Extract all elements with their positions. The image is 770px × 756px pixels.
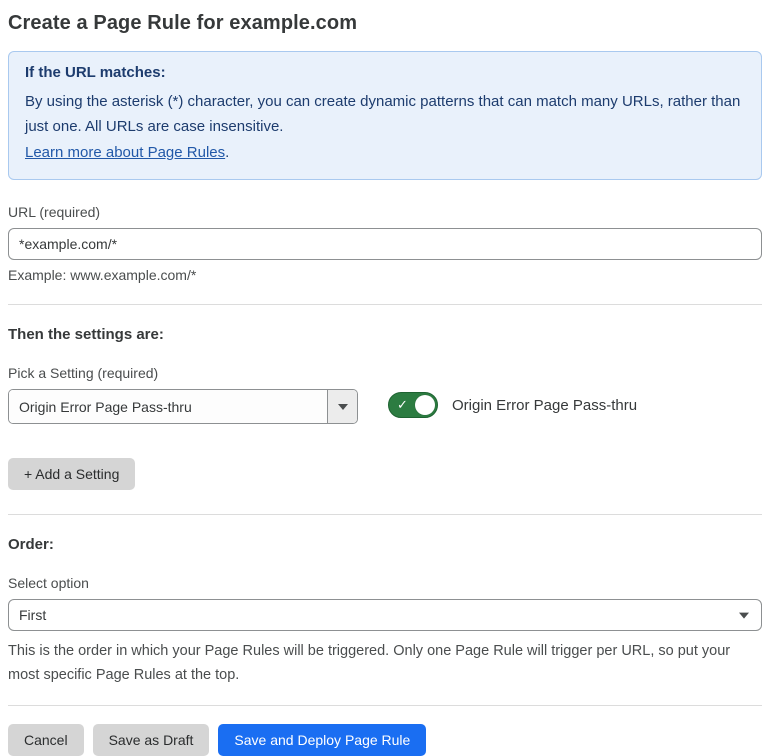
url-input[interactable] [8,228,762,260]
footer-button-row: Cancel Save as Draft Save and Deploy Pag… [8,724,762,756]
setting-toggle-label: Origin Error Page Pass-thru [452,396,638,414]
url-field-label: URL (required) [8,204,101,220]
order-select[interactable]: First [8,599,762,631]
cancel-button[interactable]: Cancel [8,724,84,756]
info-box-body: By using the asterisk (*) character, you… [25,93,741,135]
setting-picker-label: Pick a Setting (required) [8,365,159,381]
order-field-group: Select option First This is the order in… [8,575,762,687]
setting-dropdown-arrow-button[interactable] [327,390,357,423]
order-select-value: First [19,607,47,623]
save-deploy-button[interactable]: Save and Deploy Page Rule [218,724,427,756]
order-helper-text: This is the order in which your Page Rul… [8,643,731,683]
info-box-link-line: Learn more about Page Rules. [25,140,745,165]
settings-section-heading: Then the settings are: [8,326,164,343]
url-example-text: Example: www.example.com/* [8,267,197,283]
add-setting-button[interactable]: + Add a Setting [8,458,136,490]
learn-more-link[interactable]: Learn more about Page Rules [25,144,225,161]
setting-toggle-group: ✓ Origin Error Page Pass-thru [388,392,637,418]
setting-dropdown-value: Origin Error Page Pass-thru [9,390,327,423]
url-field-group: URL (required) Example: www.example.com/… [8,204,762,283]
page-title: Create a Page Rule for example.com [8,12,358,34]
divider [8,514,762,515]
setting-picker-group: Pick a Setting (required) Origin Error P… [8,365,358,424]
setting-row: Pick a Setting (required) Origin Error P… [8,365,762,424]
divider [8,705,762,706]
setting-toggle[interactable]: ✓ [388,392,438,418]
setting-dropdown[interactable]: Origin Error Page Pass-thru [8,389,358,424]
order-section-heading: Order: [8,536,54,553]
save-draft-button[interactable]: Save as Draft [92,724,210,756]
check-icon: ✓ [397,397,408,413]
chevron-down-icon [739,612,749,619]
order-select-label: Select option [8,575,89,591]
toggle-knob [415,395,435,415]
url-match-info-box: If the URL matches: By using the asteris… [8,51,762,180]
link-suffix: . [225,144,230,161]
chevron-down-icon [337,403,348,410]
divider [8,304,762,305]
info-box-heading: If the URL matches: [25,64,166,81]
